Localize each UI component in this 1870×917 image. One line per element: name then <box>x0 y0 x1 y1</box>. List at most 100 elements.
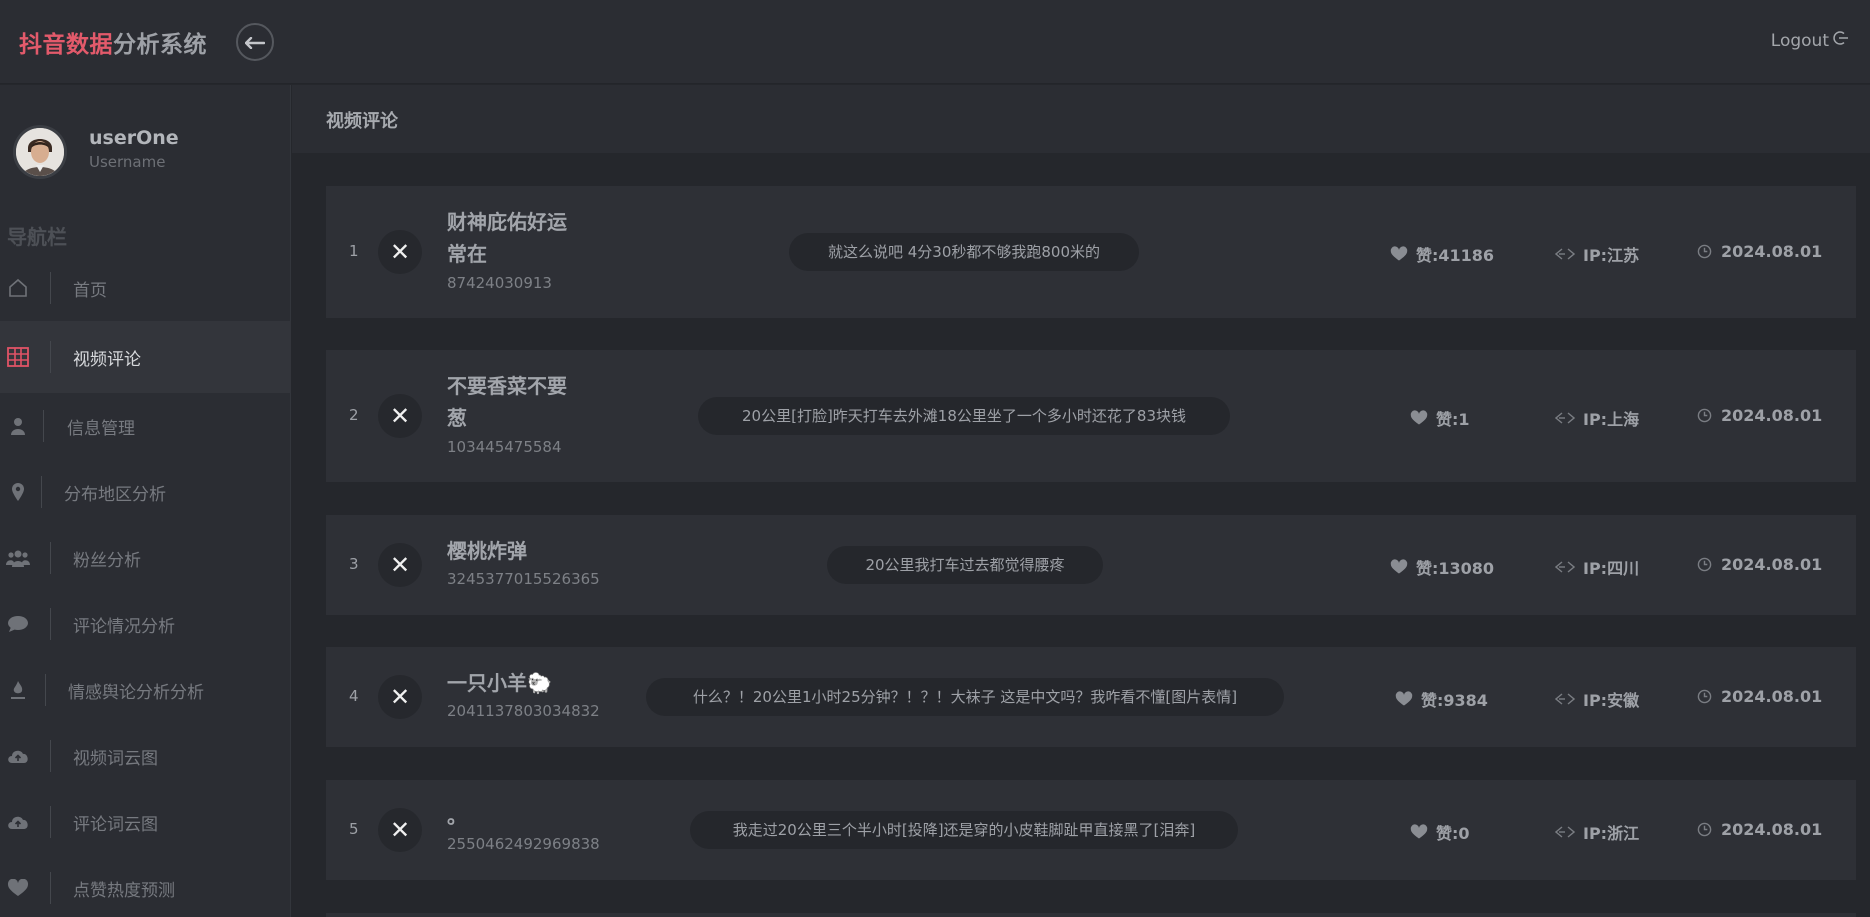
comment-author-id: 87424030913 <box>447 274 552 292</box>
logout-icon <box>1833 30 1849 51</box>
comment-ip: IP:上海 <box>1555 406 1639 430</box>
nav-separator <box>41 476 42 508</box>
sidebar-item-comment-analysis[interactable]: 评论情况分析 <box>0 591 291 657</box>
comment-author: 不要香菜不要葱 <box>447 374 567 430</box>
app-title-rest: 分析系统 <box>113 32 207 58</box>
comment-row[interactable]: 3 ✕ 樱桃炸弹 3245377015526365 20公里我打车过去都觉得腰疼… <box>326 515 1856 615</box>
comment-author: 财神庇佑好运常在 <box>447 210 567 266</box>
sidebar-item-label: 点赞热度预测 <box>73 880 175 901</box>
likes-count: 赞:1 <box>1436 410 1470 429</box>
comment-text: 20公里[打脸]昨天打车去外滩18公里坐了一个多小时还花了83块钱 <box>698 397 1230 435</box>
home-icon <box>6 276 30 300</box>
flame-icon <box>6 678 30 702</box>
comment-text: 20公里我打车过去都觉得腰疼 <box>827 546 1103 584</box>
clock-icon <box>1697 557 1712 572</box>
comment-likes: 赞:41186 <box>1390 242 1494 266</box>
date-text: 2024.08.01 <box>1721 242 1823 261</box>
comment-row-partial[interactable] <box>326 913 1856 917</box>
likes-count: 赞:0 <box>1436 824 1470 843</box>
row-index: 2 <box>349 406 359 424</box>
sidebar-item-label: 评论词云图 <box>73 814 158 835</box>
comment-row[interactable]: 2 ✕ 不要香菜不要葱 103445475584 20公里[打脸]昨天打车去外滩… <box>326 350 1856 482</box>
sidebar-item-info-management[interactable]: 信息管理 <box>0 393 291 459</box>
clock-icon <box>1697 408 1712 423</box>
sidebar-item-label: 信息管理 <box>67 418 135 439</box>
close-icon: ✕ <box>378 675 422 719</box>
map-pin-icon <box>6 480 30 504</box>
comment-row[interactable]: 4 ✕ 一只小羊🐑 2041137803034832 什么？！20公里1小时25… <box>326 647 1856 747</box>
code-icon <box>1555 692 1575 706</box>
clock-icon <box>1697 689 1712 704</box>
code-icon <box>1555 825 1575 839</box>
date-text: 2024.08.01 <box>1721 406 1823 425</box>
comment-text: 我走过20公里三个半小时[投降]还是穿的小皮鞋脚趾甲直接黑了[泪奔] <box>690 811 1238 849</box>
sidebar-item-label: 评论情况分析 <box>73 616 175 637</box>
comment-row[interactable]: 5 ✕ 。 2550462492969838 我走过20公里三个半小时[投降]还… <box>326 780 1856 880</box>
sidebar-item-video-wordcloud[interactable]: 视频词云图 <box>0 723 291 789</box>
arrow-left-icon <box>244 30 266 54</box>
page-title: 视频评论 <box>326 111 398 132</box>
heart-icon <box>6 876 30 900</box>
comment-likes: 赞:13080 <box>1390 555 1494 579</box>
app-title[interactable]: 抖音数据分析系统 <box>19 25 207 59</box>
sidebar-item-label: 粉丝分析 <box>73 550 141 571</box>
cloud-upload-icon <box>6 744 30 768</box>
nav-separator <box>50 542 51 574</box>
sidebar-item-home[interactable]: 首页 <box>0 255 291 321</box>
clock-icon <box>1697 822 1712 837</box>
top-bar: 抖音数据分析系统 Logout <box>0 0 1870 84</box>
date-text: 2024.08.01 <box>1721 555 1823 574</box>
collapse-sidebar-button[interactable] <box>236 23 274 61</box>
comment-author: 。 <box>447 804 467 828</box>
ip-location: IP:上海 <box>1583 410 1640 429</box>
username: userOne <box>89 127 179 149</box>
nav-title: 导航栏 <box>7 225 67 249</box>
clock-icon <box>1697 244 1712 259</box>
comment-date: 2024.08.01 <box>1697 406 1822 425</box>
comment-date: 2024.08.01 <box>1697 555 1822 574</box>
sidebar-nav: 首页 视频评论 信息管理 分布地区分析 粉丝分析 评论情况分析 情感舆论分析分析… <box>0 255 291 917</box>
nav-separator <box>50 740 51 772</box>
comment-text: 什么？！20公里1小时25分钟？！？！大袜子 这是中文吗？我咋看不懂[图片表情] <box>646 678 1284 716</box>
comment-icon <box>6 612 30 636</box>
comment-date: 2024.08.01 <box>1697 242 1822 261</box>
comment-likes: 赞:1 <box>1410 406 1470 430</box>
sidebar-item-sentiment-analysis[interactable]: 情感舆论分析分析 <box>0 657 291 723</box>
sidebar-item-label: 视频评论 <box>73 349 141 370</box>
nav-separator <box>50 608 51 640</box>
comment-author-id: 2550462492969838 <box>447 835 600 853</box>
content-header: 视频评论 <box>292 85 1870 153</box>
heart-icon <box>1410 824 1428 840</box>
comment-author-id: 103445475584 <box>447 438 562 456</box>
sidebar-item-label: 首页 <box>73 280 107 301</box>
comment-ip: IP:江苏 <box>1555 242 1639 266</box>
comment-date: 2024.08.01 <box>1697 820 1822 839</box>
date-text: 2024.08.01 <box>1721 820 1823 839</box>
likes-count: 赞:13080 <box>1416 559 1495 578</box>
comment-row[interactable]: 1 ✕ 财神庇佑好运常在 87424030913 就这么说吧 4分30秒都不够我… <box>326 186 1856 318</box>
grid-icon <box>6 345 30 369</box>
sidebar-item-label: 视频词云图 <box>73 748 158 769</box>
logout-button[interactable]: Logout <box>1771 30 1849 51</box>
heart-icon <box>1390 246 1408 262</box>
sidebar-item-region-analysis[interactable]: 分布地区分析 <box>0 459 291 525</box>
ip-location: IP:安徽 <box>1583 691 1640 710</box>
comment-ip: IP:四川 <box>1555 555 1639 579</box>
close-icon: ✕ <box>378 543 422 587</box>
sidebar-item-label: 分布地区分析 <box>64 484 166 505</box>
sidebar-item-likes-prediction[interactable]: 点赞热度预测 <box>0 855 291 917</box>
row-index: 1 <box>349 242 359 260</box>
nav-separator <box>45 674 46 706</box>
ip-location: IP:四川 <box>1583 559 1640 578</box>
comment-author: 一只小羊🐑 <box>447 671 552 695</box>
heart-icon <box>1410 410 1428 426</box>
logout-label: Logout <box>1770 30 1829 51</box>
row-index: 4 <box>349 687 359 705</box>
avatar[interactable] <box>13 125 67 179</box>
sidebar-item-fans-analysis[interactable]: 粉丝分析 <box>0 525 291 591</box>
row-index: 3 <box>349 555 359 573</box>
ip-location: IP:浙江 <box>1583 824 1640 843</box>
sidebar-item-comment-wordcloud[interactable]: 评论词云图 <box>0 789 291 855</box>
code-icon <box>1555 560 1575 574</box>
sidebar-item-video-comments[interactable]: 视频评论 <box>0 321 291 393</box>
